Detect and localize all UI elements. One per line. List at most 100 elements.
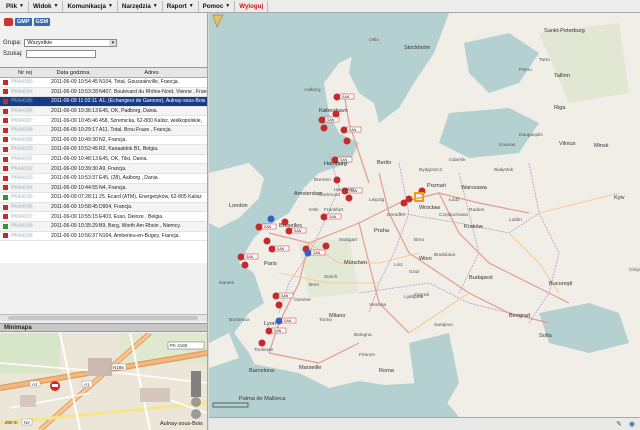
table-row[interactable]: PKA4195 2011-06-09 07:28:11 25, Ecard (ATM… xyxy=(0,193,207,203)
map-canvas[interactable]: SANSANSANSANSANSANSANSANSANSANSANSANSANS… xyxy=(209,13,640,417)
scrollbar-thumb[interactable] xyxy=(8,316,198,320)
table-row[interactable]: PKA4194 2011-06-09 10:44:55 N4, Francja. xyxy=(0,183,207,194)
city-label: Tartu xyxy=(539,58,550,63)
column-header-datetime[interactable]: Data godzina xyxy=(50,70,96,76)
address-cell: N104, Total, Goussainville, Francja. xyxy=(99,79,180,86)
city-label: Bratislava xyxy=(434,253,456,258)
chevron-down-icon: ▼ xyxy=(152,3,158,9)
city-label: Częstochowa xyxy=(439,213,468,218)
table-row[interactable]: PKA4192 2011-06-09 10:39:30 A9, Francja. xyxy=(0,164,207,174)
table-row[interactable]: PKA4187 2011-06-09 10:45:46 458, Szremicka… xyxy=(0,116,207,126)
menu-widok[interactable]: Widok ▼ xyxy=(29,0,64,12)
table-row[interactable]: PKA4196 2011-06-09 10:58:45 D904, Francja. xyxy=(0,202,207,213)
city-label: Bucureşti xyxy=(549,281,573,287)
vehicle-marker-icon[interactable] xyxy=(320,124,328,132)
address-cell: E45, (28), Aalborg , Dania. xyxy=(99,175,160,182)
city-label: Toulouse xyxy=(254,348,274,353)
table-row[interactable]: PKA4184 2011-06-09 10:53:28 N407, Boulevar… xyxy=(0,87,207,98)
plate-cell: PKA4199 xyxy=(11,232,33,239)
address-cell: N407, Boulevard du Rhône-Nord, Vienne , … xyxy=(99,88,207,95)
table-row[interactable]: PKA4199 2011-06-09 10:56:37 N164, Amberieu… xyxy=(0,232,207,242)
city-label: Wien xyxy=(419,256,432,262)
city-label: Lyon xyxy=(264,321,276,327)
vehicle-marker-icon[interactable] xyxy=(275,301,283,309)
minimap[interactable]: A1 N186 A1 N2 PK 4185 Aulnay-sous-Bois 2… xyxy=(0,333,207,430)
vehicle-marker-icon[interactable] xyxy=(400,199,408,207)
city-label: Kyiv xyxy=(614,195,625,201)
status-square-icon xyxy=(3,156,8,162)
city-label: Bordeaux xyxy=(229,318,250,323)
plate-cell: PKA4191 xyxy=(11,156,33,163)
address-cell: B9, Berg, Worth Am Rhein , Niemcy. xyxy=(99,223,181,230)
city-label: Frankfurt xyxy=(324,208,344,213)
city-label: Białystok xyxy=(494,168,514,173)
logo-part: GMP xyxy=(15,17,32,26)
logout-button[interactable]: Wyloguj xyxy=(235,0,269,12)
vehicle-marker-icon[interactable] xyxy=(345,194,353,202)
plate-cell: PKA4197 xyxy=(11,213,33,220)
chevron-down-icon: ▼ xyxy=(188,3,194,9)
table-row[interactable]: PKA4186 2011-06-09 10:36:13 E45, OK, Padbo… xyxy=(0,106,207,117)
column-header-plate[interactable]: Nr rej xyxy=(0,70,50,76)
menu-raport[interactable]: Raport ▼ xyxy=(163,0,199,12)
column-header-address[interactable]: Adres xyxy=(96,70,207,76)
horizontal-scrollbar[interactable] xyxy=(0,314,207,321)
city-label: Palma de Mallorca xyxy=(239,396,286,402)
main-map[interactable]: SAN SAN SAN SAN SAN SAN SAN SAN SAN SAN SAN SAN SAN S… xyxy=(209,13,640,417)
city-label: Poznań xyxy=(427,183,446,189)
plate-cell: PKA4186 xyxy=(11,108,33,115)
address-cell: N164, Amberieu-en-Bugey, Francja. xyxy=(99,232,180,239)
table-row[interactable]: PKA4193 2011-06-09 10:53:37 E45, (28), Aal… xyxy=(0,174,207,184)
address-cell: A1, (Échangeur de Garonor), Aulnay-sous-… xyxy=(99,98,206,105)
menu-label: Plik xyxy=(6,2,18,10)
globe-icon[interactable]: ◉ xyxy=(629,420,635,428)
vehicle-marker-icon[interactable] xyxy=(322,242,330,250)
city-label: Roma xyxy=(379,368,394,374)
table-row[interactable]: PKA4189 2011-06-09 10:49:30 N2, Francja. xyxy=(0,136,207,146)
group-select[interactable]: Wszystkie ▾ xyxy=(24,39,118,47)
table-row[interactable]: PKA4188 2011-06-09 10:29:17 A11, Total, Br… xyxy=(0,125,207,136)
datetime-cell: 2011-06-09 10:52:45 xyxy=(51,146,98,153)
plate-cell: PKA4188 xyxy=(11,127,33,134)
menu-label: Komunikacja xyxy=(67,2,106,10)
city-label: Tallinn xyxy=(554,73,570,79)
menu-narzedzia[interactable]: Narzędzia ▼ xyxy=(118,0,163,12)
vehicle-marker-icon[interactable] xyxy=(50,381,60,391)
minimap-scale: 200 m xyxy=(5,420,18,425)
menu-komunikacja[interactable]: Komunikacja ▼ xyxy=(63,0,118,12)
vehicle-marker-icon[interactable] xyxy=(333,176,341,184)
table-row[interactable]: PKA4198 2011-06-09 10:35:29 B9, Berg, Wort… xyxy=(0,221,207,232)
city-label: Chişinău xyxy=(629,268,640,273)
address-cell: N4, Francja. xyxy=(99,184,127,191)
table-row[interactable]: PKA4191 2011-06-09 10:48:13 E45, OK, Tilst… xyxy=(0,155,207,165)
minimap-road-label: A1 xyxy=(84,382,90,387)
city-label: Lublin xyxy=(509,218,522,223)
menu-plik[interactable]: Plik ▼ xyxy=(2,0,29,12)
datetime-cell: 2011-06-09 10:58:45 xyxy=(51,204,98,211)
table-row[interactable]: PKA4197 2011-06-09 10:55:15 E403, Esso, De… xyxy=(0,212,207,222)
status-square-icon xyxy=(3,98,8,104)
city-label: Torino xyxy=(319,318,333,323)
search-input[interactable] xyxy=(25,50,96,58)
city-label: Budapest xyxy=(469,275,493,281)
vehicle-marker-icon[interactable] xyxy=(263,237,271,245)
edit-icon[interactable]: ✎ xyxy=(616,420,622,428)
city-label: Bern xyxy=(309,283,320,288)
datetime-cell: 2011-06-09 10:53:28 xyxy=(51,88,98,95)
vehicle-marker-icon[interactable] xyxy=(258,339,266,347)
city-label: Minsk xyxy=(594,143,609,149)
table-row[interactable]: PKA4190 2011-06-09 10:52:45 R2, Kanaaldok … xyxy=(0,145,207,155)
menu-label: Widok xyxy=(32,2,52,10)
vehicle-marker-icon[interactable] xyxy=(267,215,275,223)
table-body: PKA4183 2011-06-09 10:54:45 N104, Total, G… xyxy=(0,78,207,242)
menu-pomoc[interactable]: Pomoc ▼ xyxy=(199,0,236,12)
table-row[interactable]: PKA4183 2011-06-09 10:54:45 N104, Total, G… xyxy=(0,78,207,88)
table-row[interactable]: PKA4185 2011-06-09 11:02:11 A1, (Échangeur… xyxy=(0,97,207,107)
minimap-road-label: N2 xyxy=(24,420,30,425)
vehicle-marker-icon[interactable] xyxy=(241,261,249,269)
city-label: Wrocław xyxy=(419,205,441,211)
city-label: Hannover xyxy=(334,188,355,193)
vehicle-marker-icon[interactable] xyxy=(343,137,351,145)
status-square-icon xyxy=(3,214,8,220)
vehicle-marker-label: SAN xyxy=(294,229,302,233)
